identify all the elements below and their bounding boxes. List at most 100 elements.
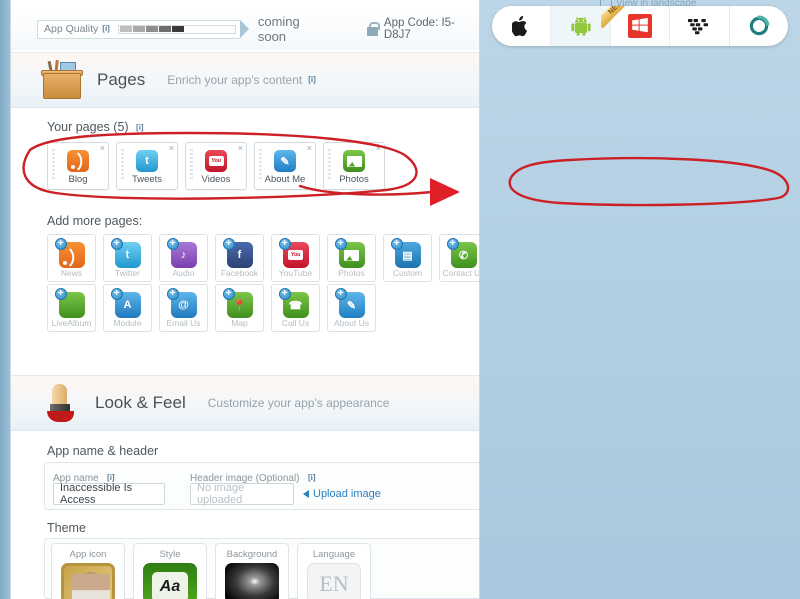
drag-handle-icon[interactable]	[121, 149, 124, 179]
add-page-twitter[interactable]: + t Twitter	[103, 234, 152, 282]
close-icon[interactable]: ×	[100, 144, 105, 153]
html5-icon	[749, 15, 770, 36]
lock-icon	[367, 22, 380, 36]
blackberry-icon	[688, 19, 709, 35]
add-tile-label: Email Us	[166, 318, 201, 328]
close-icon[interactable]: ×	[169, 144, 174, 153]
add-page-module[interactable]: + A Module	[103, 284, 152, 332]
youtube-icon: + You	[278, 238, 309, 268]
add-tile-label: Contact Us	[442, 268, 480, 278]
platform-blackberry[interactable]	[670, 6, 730, 46]
upload-image-link[interactable]: Upload image	[303, 488, 381, 500]
arrow-left-icon	[303, 490, 309, 498]
left-edge-strip	[0, 0, 10, 599]
header-image-input[interactable]: No image uploaded	[190, 482, 294, 506]
apple-icon	[512, 15, 528, 37]
page-tile-label: Videos	[201, 174, 231, 185]
page-tile-tweets[interactable]: × t Tweets	[116, 142, 178, 190]
theme-card-list: App icon Style Aa Background Language EN	[51, 543, 371, 599]
theme-card-background[interactable]: Background	[215, 543, 289, 599]
drag-handle-icon[interactable]	[52, 149, 55, 179]
platform-apple[interactable]	[492, 6, 552, 46]
app-quality-meter[interactable]: App Quality [i]	[37, 19, 241, 39]
page-tile-videos[interactable]: × You Videos	[185, 142, 247, 190]
add-tile-label: About Us	[334, 318, 369, 328]
info-icon[interactable]: [i]	[102, 24, 110, 33]
youtube-icon: You	[205, 150, 227, 172]
add-page-news[interactable]: + News	[47, 234, 96, 282]
page-tile-blog[interactable]: × Blog	[47, 142, 109, 190]
coming-soon-label: coming soon	[257, 14, 300, 44]
info-icon[interactable]: [i]	[107, 473, 115, 482]
app-quality-row: App Quality [i] coming soon App Code: I5…	[11, 8, 479, 50]
add-page-contact-us[interactable]: +✆ Contact Us	[439, 234, 480, 282]
close-icon[interactable]: ×	[238, 144, 243, 153]
app-name-input[interactable]: Inaccessible Is Access	[53, 482, 165, 506]
theme-heading: Theme	[47, 521, 86, 535]
add-tile-label: Custom	[392, 268, 423, 278]
add-page-audio[interactable]: + ♪ Audio	[159, 234, 208, 282]
your-pages-list: × Blog × t Tweets × You Videos × ✎ About…	[47, 142, 385, 190]
add-tile-label: Map	[231, 318, 248, 328]
look-feel-section-header: Look & Feel Customize your app's appeara…	[11, 375, 479, 431]
drag-handle-icon[interactable]	[259, 149, 262, 179]
add-page-map[interactable]: + 📍 Map	[215, 284, 264, 332]
contact-phone-icon: + ✆	[446, 238, 477, 268]
theme-card-language[interactable]: Language EN	[297, 543, 371, 599]
add-tile-label: Module	[113, 318, 142, 328]
theme-card-caption: App icon	[69, 549, 107, 560]
theme-card-style[interactable]: Style Aa	[133, 543, 207, 599]
platform-windows-phone[interactable]: NEW	[600, 6, 671, 46]
audio-icon: + ♪	[166, 238, 197, 268]
app-name-header-form: App name [i] Inaccessible Is Access Head…	[44, 462, 479, 510]
your-pages-heading: Your pages (5) [i]	[47, 120, 144, 134]
theme-card-app-icon[interactable]: App icon	[51, 543, 125, 599]
module-icon: + A	[110, 288, 141, 318]
drag-handle-icon[interactable]	[328, 149, 331, 179]
info-icon[interactable]: [i]	[136, 123, 144, 132]
page-tile-label: About Me	[264, 174, 306, 185]
facebook-icon: + f	[222, 238, 253, 268]
add-page-custom[interactable]: + ▤ Custom	[383, 234, 432, 282]
paintbrush-icon	[41, 383, 81, 423]
pages-section-subtitle: Enrich your app's content	[167, 73, 303, 87]
add-page-youtube[interactable]: + You YouTube	[271, 234, 320, 282]
info-icon[interactable]: [i]	[308, 473, 316, 482]
add-page-livealbum[interactable]: + LiveAlbum	[47, 284, 96, 332]
android-icon	[571, 16, 591, 36]
look-feel-subtitle: Customize your app's appearance	[207, 396, 390, 410]
map-pin-icon: + 📍	[222, 288, 253, 318]
theme-card-caption: Style	[159, 549, 181, 560]
app-quality-progress	[117, 24, 236, 34]
page-tile-about-me[interactable]: × ✎ About Me	[254, 142, 316, 190]
add-tile-label: Call Us	[281, 318, 310, 328]
add-page-call-us[interactable]: + ☎ Call Us	[271, 284, 320, 332]
info-icon[interactable]: [i]	[308, 75, 316, 84]
close-icon[interactable]: ×	[307, 144, 312, 153]
language-thumb-icon: EN	[307, 563, 361, 599]
photos-icon: +	[334, 238, 365, 268]
photos-icon	[343, 150, 365, 172]
add-pages-row-2: + LiveAlbum + A Module + @ Email Us + 📍 Map…	[47, 284, 376, 332]
quality-arrow-icon	[239, 20, 249, 38]
add-page-email-us[interactable]: + @ Email Us	[159, 284, 208, 332]
close-icon[interactable]: ×	[376, 144, 381, 153]
add-tile-label: Audio	[172, 268, 195, 278]
add-page-about-us[interactable]: + ✎ About Us	[327, 284, 376, 332]
app-builder-panel: App Quality [i] coming soon App Code: I5…	[10, 0, 480, 599]
drag-handle-icon[interactable]	[190, 149, 193, 179]
rss-icon	[67, 150, 89, 172]
platform-html5[interactable]	[730, 6, 788, 46]
call-icon: + ☎	[278, 288, 309, 318]
add-page-photos[interactable]: + Photos	[327, 234, 376, 282]
page-tile-photos[interactable]: × Photos	[323, 142, 385, 190]
twitter-icon: + t	[110, 238, 141, 268]
add-tile-label: LiveAlbum	[51, 318, 92, 328]
space-background-thumb-icon	[225, 563, 279, 599]
add-page-facebook[interactable]: + f Facebook	[215, 234, 264, 282]
add-more-pages-heading: Add more pages:	[47, 214, 143, 228]
theme-card-caption: Background	[226, 549, 278, 560]
add-tile-label: Twitter	[114, 268, 141, 278]
portrait-thumb-icon	[61, 563, 115, 599]
pages-bucket-icon	[41, 59, 83, 99]
